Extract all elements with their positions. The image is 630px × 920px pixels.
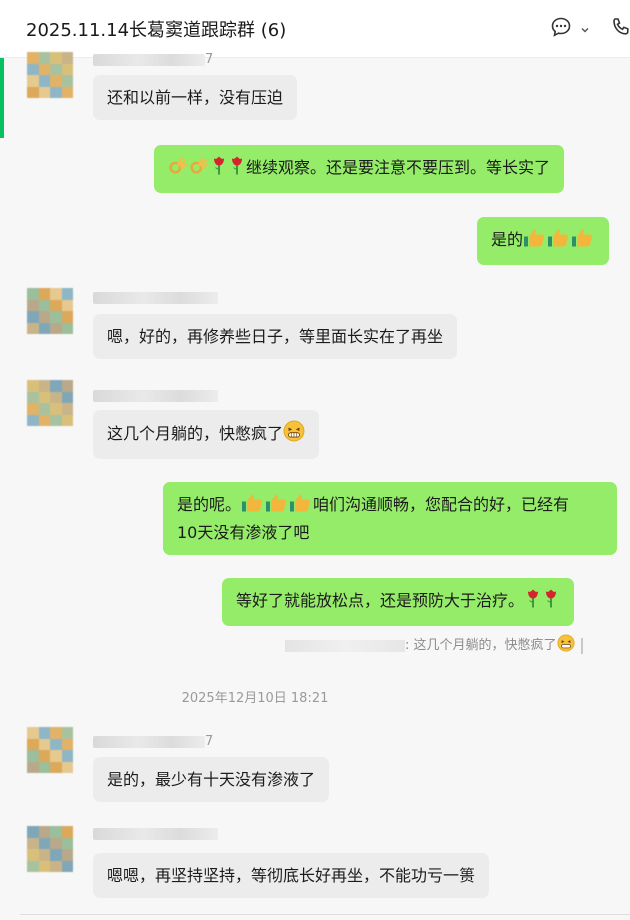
- ok-hand-icon: [168, 155, 189, 183]
- avatar[interactable]: [27, 826, 73, 872]
- thumbs-up-icon: [523, 227, 547, 255]
- quoted-message[interactable]: : 这几个月躺的，快憋疯了: [285, 634, 583, 656]
- chat-title: 2025.11.14长葛窦道跟踪群 (6): [26, 20, 287, 41]
- message-text: 嗯，好的，再修养些日子，等里面长实在了再坐: [107, 327, 444, 346]
- message-bubble[interactable]: 是的: [477, 217, 610, 265]
- message-bubble[interactable]: 还和以前一样，没有压迫: [93, 75, 298, 120]
- sender-name: 7: [93, 52, 213, 67]
- active-indicator: [0, 58, 4, 138]
- thumbs-up-icon: [571, 227, 595, 255]
- message-text: 嗯嗯，再坚持坚持，等彻底长好再坐，不能功亏一篑: [107, 866, 476, 885]
- avatar[interactable]: [27, 52, 73, 98]
- message-text: 咱们沟通顺畅，您配合的好，已经有: [313, 495, 570, 514]
- message-text: 等好了就能放松点，还是预防大于治疗。: [236, 591, 525, 610]
- sender-name: 7: [93, 734, 213, 749]
- avatar[interactable]: [27, 288, 73, 334]
- rose-icon: [228, 155, 246, 183]
- thumbs-up-icon: [547, 227, 571, 255]
- thumbs-up-icon: [241, 492, 265, 520]
- message-text: 是的呢。: [177, 495, 242, 514]
- chevron-down-icon[interactable]: [580, 20, 590, 39]
- message-text: 10天没有渗液了吧: [177, 523, 310, 542]
- quote-text: : 这几个月躺的，快憋疯了: [405, 638, 557, 653]
- chat-header: 2025.11.14长葛窦道跟踪群 (6): [0, 0, 630, 58]
- avatar[interactable]: [27, 727, 73, 773]
- thumbs-up-icon: [289, 492, 313, 520]
- message-text: 还和以前一样，没有压迫: [107, 88, 284, 107]
- message-text: 这几个月躺的，快憋疯了: [107, 424, 284, 443]
- message-bubble[interactable]: 是的，最少有十天没有渗液了: [93, 757, 330, 802]
- rose-icon: [542, 588, 560, 616]
- grin-icon: [283, 420, 305, 449]
- message-text: 继续观察。还是要注意不要压到。等长实了: [246, 158, 551, 177]
- message-bubble[interactable]: 继续观察。还是要注意不要压到。等长实了: [154, 145, 565, 193]
- timestamp: 2025年12月10日 18:21: [181, 691, 329, 706]
- thumbs-up-icon: [265, 492, 289, 520]
- sender-name: [93, 388, 218, 402]
- ok-hand-icon: [189, 155, 210, 183]
- divider: [20, 914, 630, 915]
- message-text: 是的，最少有十天没有渗液了: [107, 770, 316, 789]
- message-bubble[interactable]: 等好了就能放松点，还是预防大于治疗。: [222, 578, 575, 626]
- chat-bubble-icon[interactable]: [550, 16, 572, 42]
- message-bubble[interactable]: 嗯嗯，再坚持坚持，等彻底长好再坐，不能功亏一篑: [93, 853, 490, 898]
- message-bubble[interactable]: 这几个月躺的，快憋疯了: [93, 410, 320, 459]
- sender-name: [93, 826, 218, 840]
- phone-icon[interactable]: [610, 16, 630, 42]
- avatar[interactable]: [27, 380, 73, 426]
- rose-icon: [524, 588, 542, 616]
- rose-icon: [210, 155, 228, 183]
- message-bubble[interactable]: 嗯，好的，再修养些日子，等里面长实在了再坐: [93, 314, 458, 359]
- sender-name: [93, 290, 218, 304]
- message-bubble[interactable]: 是的呢。 咱们沟通顺畅，您配合的好，已经有 10天没有渗液了吧: [163, 482, 617, 555]
- grin-icon: [556, 634, 575, 656]
- message-text: 是的: [491, 230, 524, 249]
